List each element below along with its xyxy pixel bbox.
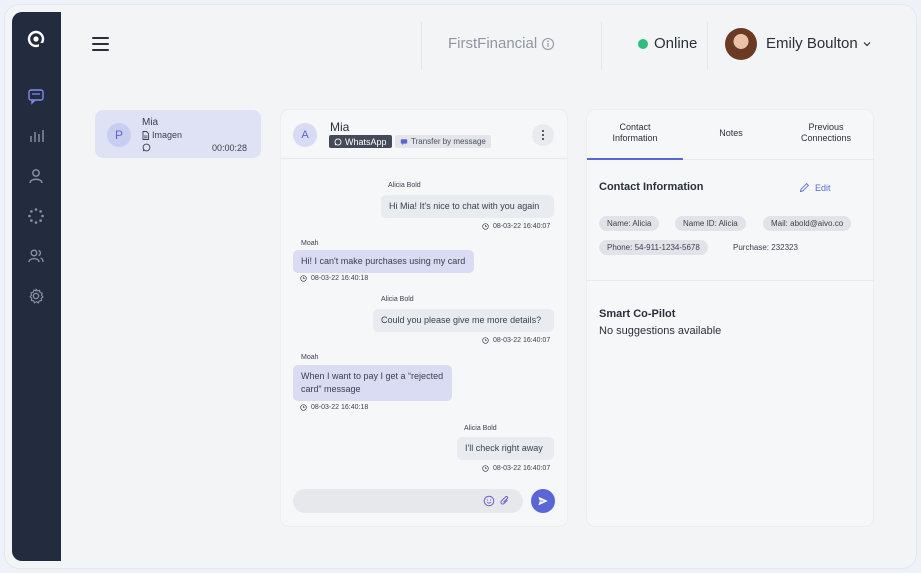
conversation-timer: 00:00:28: [212, 143, 248, 153]
status-label: Online: [654, 35, 698, 52]
chat-icon[interactable]: [27, 87, 45, 105]
message-input[interactable]: [293, 489, 523, 513]
agent-status[interactable]: Online: [638, 35, 697, 52]
message-time: 08-03-22 16:40:18: [311, 275, 369, 282]
message-time: 08-03-22 16:40:07: [493, 337, 551, 344]
chevron-down-icon[interactable]: [862, 39, 872, 49]
clock-icon: [300, 275, 307, 282]
channel-badge: WhatsApp: [329, 135, 392, 148]
transfer-badge-label: Transfer by message: [411, 137, 486, 146]
header-divider: [421, 22, 422, 70]
online-status-icon: [638, 38, 648, 49]
contact-mail-chip: Mail: abold@aivo.co: [763, 216, 852, 231]
more-options-button[interactable]: [532, 124, 554, 146]
active-tab-indicator: [587, 158, 683, 160]
conversation-name: Mia: [142, 117, 159, 128]
contact-name: Mia: [330, 120, 350, 134]
app-window: FirstFinancial Online Emily Boulton P Mi…: [5, 5, 916, 568]
clock-icon: [482, 465, 489, 472]
menu-toggle-icon[interactable]: [92, 37, 109, 51]
message-timestamp: 08-03-22 16:40:18: [300, 404, 368, 411]
conversation-list-item[interactable]: P Mia Imagen 00:00:28: [95, 110, 261, 158]
bar-chart-icon[interactable]: [27, 127, 45, 145]
chat-header: A Mia WhatsApp Transfer by message: [281, 110, 567, 159]
message-timestamp: 08-03-22 16:40:18: [300, 275, 368, 282]
clock-icon: [482, 337, 489, 344]
contact-phone-chip: Phone: 54-911-1234-5678: [599, 240, 708, 255]
message-timestamp: 08-03-22 16:40:07: [482, 465, 550, 472]
header-divider: [707, 22, 708, 70]
file-icon: [142, 130, 149, 140]
tab-contact-information[interactable]: Contact Information: [605, 122, 665, 144]
attach-icon[interactable]: [499, 495, 511, 507]
message-bubble: When I want to pay I get a “rejected car…: [293, 365, 452, 401]
message-sender: Alicia Bold: [388, 182, 421, 189]
tab-notes[interactable]: Notes: [707, 128, 755, 139]
message-bubble: I'll check right away: [457, 437, 554, 460]
message-time: 08-03-22 16:40:18: [311, 404, 369, 411]
users-icon[interactable]: [27, 247, 45, 265]
message-bubble: Could you please give me more details?: [373, 309, 554, 332]
contact-details-panel: Contact Information Notes Previous Conne…: [587, 110, 873, 526]
top-header: FirstFinancial Online Emily Boulton: [61, 12, 909, 80]
message-icon: [400, 138, 408, 145]
chat-panel: A Mia WhatsApp Transfer by message Alici…: [281, 110, 567, 526]
message-bubble: Hi! I can't make purchases using my card: [293, 250, 474, 273]
sidebar-nav: [12, 12, 61, 561]
send-button[interactable]: [531, 489, 555, 513]
transfer-badge[interactable]: Transfer by message: [395, 135, 491, 148]
message-timestamp: 08-03-22 16:40:07: [482, 337, 550, 344]
message-bubble: Hi Mia! It's nice to chat with you again: [381, 195, 554, 218]
contact-name-id-chip: Name ID: Alicia: [675, 216, 746, 231]
conversation-avatar: P: [107, 123, 131, 147]
brand-name: FirstFinancial: [448, 35, 538, 52]
clock-icon: [482, 223, 489, 230]
message-sender: Moah: [301, 240, 319, 247]
clock-icon: [300, 404, 307, 411]
contact-purchase-label: Purchase: 232323: [733, 243, 798, 252]
emoji-icon[interactable]: [483, 495, 495, 507]
loading-dots-icon[interactable]: [27, 207, 45, 225]
copilot-title: Smart Co-Pilot: [599, 308, 676, 320]
tab-previous-connections[interactable]: Previous Connections: [787, 122, 865, 144]
whatsapp-icon: [142, 143, 151, 152]
conversation-preview-text: Imagen: [152, 130, 183, 140]
user-icon[interactable]: [27, 167, 45, 185]
header-divider: [601, 22, 602, 70]
pencil-icon: [799, 182, 810, 193]
message-time: 08-03-22 16:40:07: [493, 465, 551, 472]
copilot-empty-text: No suggestions available: [599, 325, 722, 337]
conversation-preview: Imagen: [142, 130, 182, 140]
settings-icon[interactable]: [27, 287, 45, 305]
whatsapp-icon: [334, 138, 342, 145]
send-icon: [538, 496, 548, 506]
details-tabs: Contact Information Notes Previous Conne…: [587, 110, 873, 160]
contact-name-chip: Name: Alicia: [599, 216, 660, 231]
message-sender: Alicia Bold: [464, 425, 497, 432]
section-divider: [587, 280, 873, 281]
message-timestamp: 08-03-22 16:40:07: [482, 223, 550, 230]
edit-label: Edit: [815, 182, 831, 193]
contact-info-title: Contact Information: [599, 181, 704, 193]
message-sender: Moah: [301, 354, 319, 361]
message-time: 08-03-22 16:40:07: [493, 223, 551, 230]
brand-logo-icon[interactable]: [26, 29, 46, 49]
edit-button[interactable]: Edit: [799, 182, 831, 193]
info-icon[interactable]: [541, 37, 555, 51]
user-name[interactable]: Emily Boulton: [766, 35, 858, 52]
user-avatar[interactable]: [725, 28, 757, 60]
message-sender: Alicia Bold: [381, 296, 414, 303]
contact-avatar: A: [293, 123, 317, 147]
channel-badge-label: WhatsApp: [345, 136, 387, 147]
